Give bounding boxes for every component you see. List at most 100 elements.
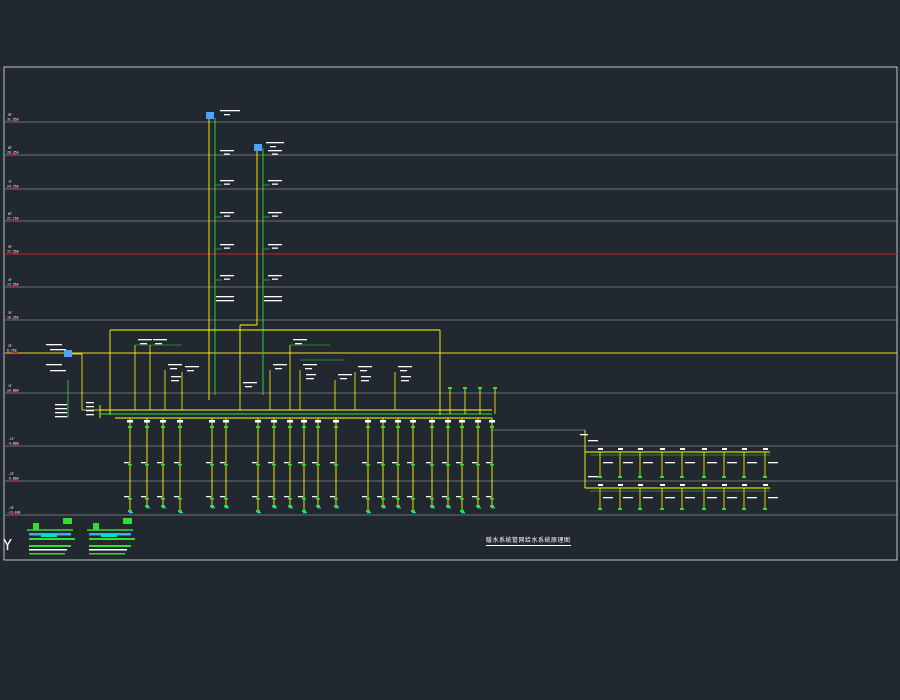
end-cap [367, 512, 371, 514]
legend-flag-icon [93, 523, 99, 530]
valve-symbol [127, 420, 133, 423]
label-mark [171, 376, 181, 378]
label-mark [187, 370, 194, 372]
valve-symbol [178, 426, 182, 428]
end-cap [660, 476, 664, 478]
fixture-tap [430, 464, 434, 466]
fixture-tap [411, 464, 415, 466]
end-cap [225, 507, 229, 509]
label-mark [303, 364, 317, 366]
floor-label: 6F [8, 212, 12, 216]
label-mark [486, 462, 491, 464]
valve-symbol [680, 448, 685, 450]
end-cap [210, 505, 214, 507]
end-cap [302, 510, 306, 512]
main-distribution-header [99, 329, 586, 488]
valve-symbol [446, 426, 450, 428]
floor-label: 1F [8, 384, 12, 388]
end-cap [411, 510, 415, 512]
valve-symbol [742, 484, 747, 486]
label-mark [340, 378, 347, 380]
label-mark [55, 408, 67, 410]
fixture-tap [161, 464, 165, 466]
label-mark [141, 462, 146, 464]
valve-symbol [490, 426, 494, 428]
branch-pipes [124, 418, 495, 514]
label-mark [665, 462, 675, 464]
valve-symbol [272, 426, 276, 428]
end-cap [763, 508, 767, 510]
label-mark [264, 300, 282, 302]
fixture-tap [224, 498, 228, 500]
floor-marker [12, 153, 18, 155]
legend-flag-icon [63, 518, 72, 524]
label-mark [243, 382, 257, 384]
label-mark [442, 462, 447, 464]
drawing-frame [3, 66, 898, 561]
floor-marker [12, 513, 18, 515]
label-mark [442, 496, 447, 498]
fixture-tap [381, 498, 385, 500]
valve-symbol [209, 420, 215, 423]
label-mark [220, 462, 225, 464]
valve-symbol [445, 420, 451, 423]
label-mark [268, 150, 282, 152]
label-mark [140, 343, 147, 345]
label-mark [220, 496, 225, 498]
fixture-tap [316, 464, 320, 466]
valve-symbol [489, 420, 495, 423]
end-cap [129, 512, 133, 514]
end-cap [491, 507, 495, 509]
fixture-tap [288, 498, 292, 500]
end-cap [256, 510, 260, 512]
floor-label: 4F [8, 278, 12, 282]
valve-symbol [478, 387, 482, 389]
ucs-y-axis-icon: Y [3, 536, 13, 554]
label-mark [400, 370, 407, 372]
label-mark [170, 368, 177, 370]
label-mark [685, 462, 695, 464]
label-mark [157, 462, 162, 464]
end-cap [680, 476, 684, 478]
label-mark [220, 150, 234, 152]
legend-bar [41, 534, 57, 537]
valve-symbol [144, 420, 150, 423]
label-mark [768, 497, 778, 499]
valve-symbol [702, 448, 707, 450]
label-mark [174, 496, 179, 498]
end-cap [128, 510, 132, 512]
label-mark [224, 278, 230, 280]
end-cap [446, 505, 450, 507]
label-mark [588, 440, 598, 442]
end-cap [273, 507, 277, 509]
floor-marker [12, 187, 18, 189]
valve-symbol [722, 448, 727, 450]
floor-marker [12, 219, 18, 221]
end-cap [289, 507, 293, 509]
valve-symbol [316, 426, 320, 428]
valve-symbol [598, 484, 603, 486]
valve-symbol [255, 420, 261, 423]
label-mark [224, 114, 230, 116]
fixture-tap [334, 498, 338, 500]
label-mark [268, 180, 282, 182]
label-mark [306, 378, 314, 380]
legend-bar [89, 545, 131, 547]
label-mark [358, 366, 372, 368]
label-mark [361, 380, 369, 382]
valve-symbol [763, 484, 768, 486]
end-cap [638, 508, 642, 510]
label-mark [401, 376, 411, 378]
label-mark [305, 368, 312, 370]
valve-symbol [493, 387, 497, 389]
label-mark [398, 366, 412, 368]
label-mark [264, 296, 282, 298]
label-mark [330, 462, 335, 464]
valve-symbol [315, 420, 321, 423]
end-cap [702, 476, 706, 478]
fixture-tap [178, 464, 182, 466]
legend-bar [29, 553, 65, 555]
valve-symbol [463, 387, 467, 389]
end-cap [598, 508, 602, 510]
label-mark [55, 416, 67, 418]
